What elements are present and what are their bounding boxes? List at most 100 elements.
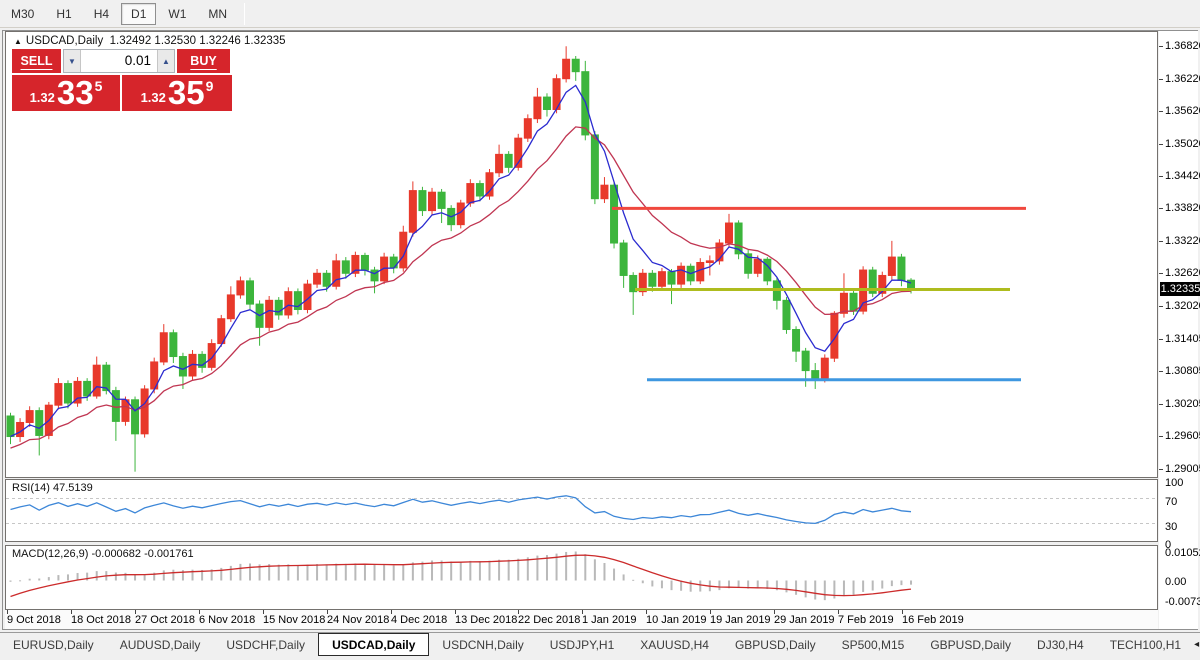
timeframe-button-m30[interactable]: M30 xyxy=(1,3,44,25)
candle xyxy=(227,286,234,322)
candle-body xyxy=(658,272,665,287)
macd-histogram-bar xyxy=(163,570,165,580)
main-chart-pane[interactable]: ▲USDCAD,Daily 1.32492 1.32530 1.32246 1.… xyxy=(5,31,1158,478)
tab-usdcnh-daily[interactable]: USDCNH,Daily xyxy=(429,633,536,656)
macd-label: MACD(12,26,9) -0.000682 -0.001761 xyxy=(12,548,194,560)
candle xyxy=(687,264,694,286)
macd-histogram-bar xyxy=(891,581,893,587)
candle xyxy=(496,145,503,177)
price-tick-label: 1.29005 xyxy=(1165,463,1200,475)
candle xyxy=(678,262,685,287)
macd-histogram-bar xyxy=(843,581,845,597)
macd-histogram-bar xyxy=(402,565,404,581)
macd-histogram-bar xyxy=(671,581,673,591)
rsi-line xyxy=(11,496,912,524)
price-tick-label: 1.33820 xyxy=(1165,202,1200,214)
candle xyxy=(572,56,579,81)
price-tick-label: 1.36820 xyxy=(1165,40,1200,52)
candle xyxy=(247,278,254,309)
sell-price-panel[interactable]: 1.32 33 5 xyxy=(12,75,120,111)
candle-body xyxy=(486,173,493,196)
time-tick-label: 1 Jan 2019 xyxy=(582,614,636,626)
tab-scroll-arrows: ◂▸ xyxy=(1194,633,1200,656)
timeframe-button-w1[interactable]: W1 xyxy=(158,3,196,25)
buy-button[interactable]: BUY xyxy=(177,49,230,73)
tab-xauusd-h4[interactable]: XAUUSD,H4 xyxy=(627,633,722,656)
tab-usdcad-daily[interactable]: USDCAD,Daily xyxy=(318,632,429,656)
candle-body xyxy=(543,97,550,109)
candle xyxy=(812,363,819,389)
price-tick-mark xyxy=(1159,339,1163,340)
macd-histogram-bar xyxy=(489,561,491,581)
candle-body xyxy=(7,416,14,437)
status-strip xyxy=(0,656,1200,660)
rsi-value: 47.5139 xyxy=(53,482,93,494)
tab-audusd-daily[interactable]: AUDUSD,Daily xyxy=(107,633,214,656)
chart-title: ▲USDCAD,Daily 1.32492 1.32530 1.32246 1.… xyxy=(14,35,286,47)
tab-scroll-left-icon[interactable]: ◂ xyxy=(1194,639,1199,650)
candle xyxy=(7,413,14,444)
candle xyxy=(93,357,100,399)
macd-histogram-bar xyxy=(900,581,902,586)
candle xyxy=(524,114,531,142)
candle-body xyxy=(649,273,656,286)
timeframe-button-h1[interactable]: H1 xyxy=(46,3,81,25)
macd-histogram-bar xyxy=(642,581,644,584)
macd-histogram-bar xyxy=(38,579,40,581)
candle xyxy=(103,362,110,394)
price-axis[interactable]: 1.368201.362201.356201.350201.344201.338… xyxy=(1159,31,1198,629)
tab-gbpusd-daily[interactable]: GBPUSD,Daily xyxy=(722,633,829,656)
tab-eurusd-daily[interactable]: EURUSD,Daily xyxy=(0,633,107,656)
tab-tech100-h1[interactable]: TECH100,H1 xyxy=(1097,633,1194,656)
ohlc-open: 1.32492 xyxy=(110,35,152,47)
candle xyxy=(821,354,828,382)
candle-body xyxy=(620,243,627,275)
candle-body xyxy=(793,330,800,352)
candle xyxy=(55,378,62,409)
candle-body xyxy=(314,273,321,284)
candle-body xyxy=(103,365,110,390)
candle-body xyxy=(132,400,139,434)
volume-decrease-button[interactable]: ▼ xyxy=(64,50,81,72)
macd-histogram-bar xyxy=(29,579,31,581)
candle-body xyxy=(783,300,790,329)
rsi-indicator-pane[interactable]: RSI(14) 47.5139 xyxy=(5,479,1158,542)
macd-histogram-bar xyxy=(297,565,299,580)
tab-usdjpy-h1[interactable]: USDJPY,H1 xyxy=(537,633,627,656)
timeframe-button-mn[interactable]: MN xyxy=(198,3,237,25)
candle-body xyxy=(467,184,474,203)
timeframe-button-h4[interactable]: H4 xyxy=(84,3,119,25)
sell-price-pip: 5 xyxy=(95,78,103,94)
tab-gbpusd-daily[interactable]: GBPUSD,Daily xyxy=(917,633,1024,656)
time-tick-label: 24 Nov 2018 xyxy=(327,614,389,626)
candle-body xyxy=(496,154,503,172)
candle xyxy=(371,267,378,293)
price-tick-label: 1.32620 xyxy=(1165,267,1200,279)
volume-increase-button[interactable]: ▲ xyxy=(157,50,174,72)
candle-body xyxy=(390,257,397,268)
macd-histogram-bar xyxy=(421,562,423,581)
volume-input[interactable]: 0.01 xyxy=(81,50,157,72)
time-axis[interactable]: 9 Oct 201818 Oct 201827 Oct 20186 Nov 20… xyxy=(5,610,1158,629)
macd-histogram-bar xyxy=(374,565,376,581)
collapse-triangle-icon: ▲ xyxy=(14,37,22,46)
candle-body xyxy=(840,293,847,313)
tab-sp500-m15[interactable]: SP500,M15 xyxy=(829,633,918,656)
sell-button[interactable]: SELL xyxy=(12,49,61,73)
candle xyxy=(505,151,512,173)
candle-body xyxy=(764,259,771,281)
macd-histogram-bar xyxy=(172,570,174,581)
current-price-badge: 1.32335 xyxy=(1160,282,1200,296)
macd-indicator-pane[interactable]: MACD(12,26,9) -0.000682 -0.001761 xyxy=(5,545,1158,610)
candle xyxy=(793,326,800,362)
time-tick-label: 27 Oct 2018 xyxy=(135,614,195,626)
macd-histogram-bar xyxy=(48,577,50,580)
tab-usdchf-daily[interactable]: USDCHF,Daily xyxy=(213,633,318,656)
tab-dj30-h4[interactable]: DJ30,H4 xyxy=(1024,633,1097,656)
candle-body xyxy=(850,293,857,311)
candle xyxy=(160,324,167,365)
buy-price-panel[interactable]: 1.32 35 9 xyxy=(122,75,232,111)
timeframe-button-d1[interactable]: D1 xyxy=(121,3,156,25)
time-tick-label: 9 Oct 2018 xyxy=(7,614,61,626)
rsi-chart[interactable] xyxy=(6,480,1157,541)
